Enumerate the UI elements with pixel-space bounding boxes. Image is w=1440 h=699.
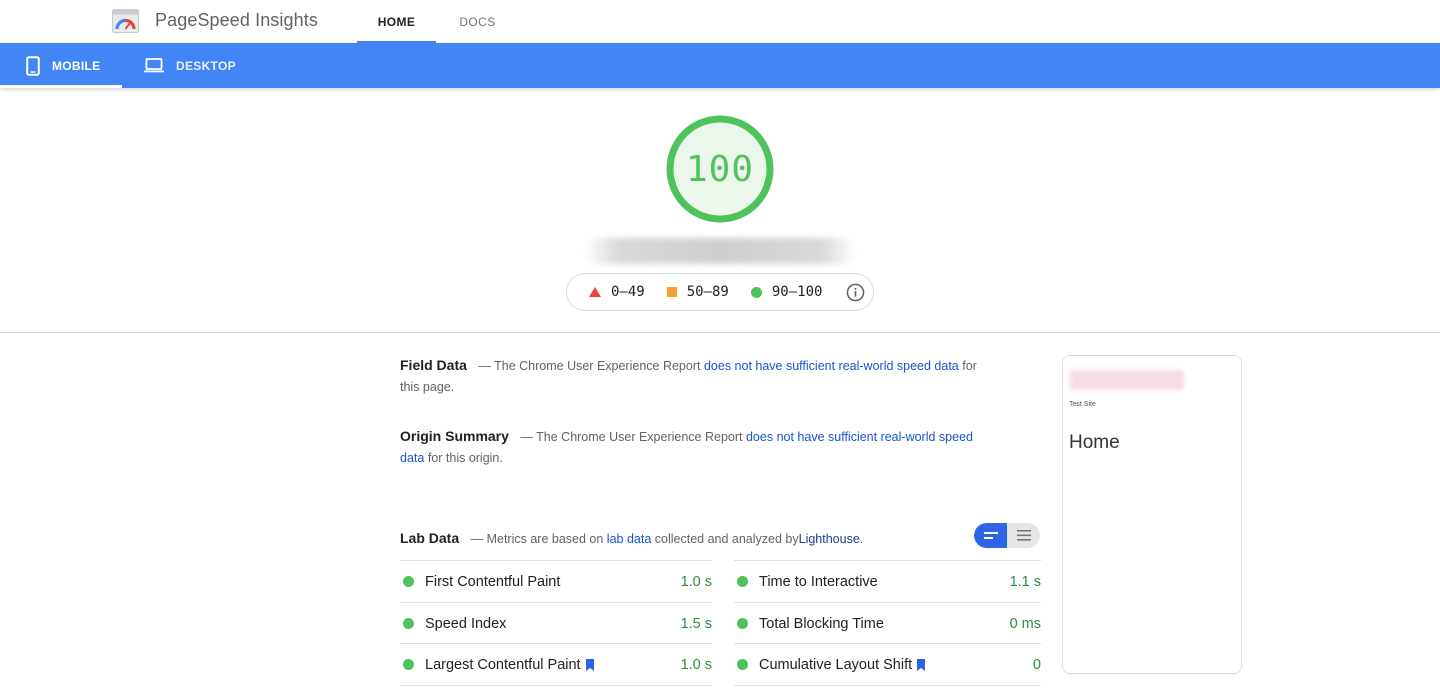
metrics-bottom-border xyxy=(734,685,1041,686)
origin-summary-title: Origin Summary xyxy=(400,428,509,444)
tab-mobile-label: MOBILE xyxy=(52,58,101,73)
square-icon xyxy=(666,287,677,297)
metric-name: Cumulative Layout Shift xyxy=(759,656,913,673)
metrics-view-toggle xyxy=(974,523,1040,548)
pass-dot-icon xyxy=(737,659,748,670)
origin-summary-prefix: — The Chrome User Experience Report xyxy=(520,430,743,444)
lab-data-section: Lab Data — Metrics are based on lab data… xyxy=(400,528,990,550)
performance-score: 100 xyxy=(685,148,755,190)
origin-summary-suffix: for this origin. xyxy=(427,451,503,465)
metric-first-contentful-paint: First Contentful Paint 1.0 s xyxy=(400,560,712,602)
metric-name: Time to Interactive xyxy=(759,573,878,590)
metric-name: First Contentful Paint xyxy=(425,573,561,590)
metrics-bottom-border xyxy=(400,685,712,686)
lab-data-link[interactable]: lab data xyxy=(607,532,651,546)
lab-data-end: . xyxy=(859,532,864,546)
field-data-prefix: — The Chrome User Experience Report xyxy=(478,359,701,373)
expanded-view-button[interactable] xyxy=(1007,523,1040,548)
score-legend: 0–49 50–89 90–100 xyxy=(566,273,874,311)
lab-data-prefix: — Metrics are based on xyxy=(470,532,604,546)
pass-dot-icon xyxy=(737,576,748,587)
tab-mobile[interactable]: MOBILE xyxy=(0,43,122,88)
circle-icon xyxy=(750,286,762,298)
metric-value: 0 ms xyxy=(1009,615,1041,632)
tab-docs[interactable]: DOCS xyxy=(438,0,517,43)
metric-value: 1.1 s xyxy=(1009,573,1041,590)
page-screenshot-preview: Test Site Home xyxy=(1062,355,1242,674)
tab-desktop-label: DESKTOP xyxy=(176,58,236,73)
legend-item-pass: 90–100 xyxy=(750,284,823,300)
field-data-section: Field Data — The Chrome User Experience … xyxy=(400,355,990,398)
metric-speed-index: Speed Index 1.5 s xyxy=(400,602,712,644)
metric-name: Largest Contentful Paint xyxy=(425,656,581,673)
phone-icon xyxy=(26,55,40,76)
field-data-title: Field Data xyxy=(400,357,467,373)
lab-data-title: Lab Data xyxy=(400,530,460,546)
info-icon[interactable] xyxy=(846,283,865,302)
metric-total-blocking-time: Total Blocking Time 0 ms xyxy=(734,602,1041,644)
legend-label: 50–89 xyxy=(686,284,729,300)
tab-desktop[interactable]: DESKTOP xyxy=(144,43,254,88)
section-divider xyxy=(0,332,1440,333)
bookmark-icon[interactable] xyxy=(916,658,926,671)
metric-value: 1.5 s xyxy=(680,615,712,632)
metric-name: Speed Index xyxy=(425,615,507,632)
lab-data-middle: collected and analyzed by xyxy=(654,532,799,546)
pass-dot-icon xyxy=(403,659,414,670)
lighthouse-link[interactable]: Lighthouse xyxy=(799,532,860,546)
metric-value: 0 xyxy=(1032,656,1041,673)
metric-cumulative-layout-shift: Cumulative Layout Shift 0 xyxy=(734,643,1041,685)
tab-home[interactable]: HOME xyxy=(357,0,436,43)
legend-item-average: 50–89 xyxy=(666,284,729,300)
pass-dot-icon xyxy=(737,618,748,629)
expanded-list-icon xyxy=(1016,530,1031,541)
legend-label: 0–49 xyxy=(611,284,645,300)
app-title: PageSpeed Insights xyxy=(155,10,318,30)
compact-view-button[interactable] xyxy=(974,523,1007,548)
tested-url-redacted xyxy=(585,238,855,264)
metric-value: 1.0 s xyxy=(680,656,712,673)
preview-blurred-logo xyxy=(1070,370,1184,390)
laptop-icon xyxy=(144,58,164,73)
compact-list-icon xyxy=(983,531,998,539)
metric-largest-contentful-paint: Largest Contentful Paint 1.0 s xyxy=(400,643,712,685)
legend-item-fail: 0–49 xyxy=(589,284,645,300)
top-header: PageSpeed Insights HOME DOCS xyxy=(0,0,1440,43)
preview-heading: Home xyxy=(1069,432,1120,453)
pass-dot-icon xyxy=(403,618,414,629)
pass-dot-icon xyxy=(403,576,414,587)
field-data-link[interactable]: does not have sufficient real-world spee… xyxy=(704,359,959,373)
preview-site-name: Test Site xyxy=(1069,401,1096,408)
pagespeed-logo-icon[interactable] xyxy=(112,9,139,33)
bookmark-icon[interactable] xyxy=(585,658,595,671)
metric-value: 1.0 s xyxy=(680,573,712,590)
metric-time-to-interactive: Time to Interactive 1.1 s xyxy=(734,560,1041,602)
metric-name: Total Blocking Time xyxy=(759,615,884,632)
device-tab-bar: MOBILE DESKTOP xyxy=(0,43,1440,88)
legend-label: 90–100 xyxy=(771,284,823,300)
origin-summary-section: Origin Summary — The Chrome User Experie… xyxy=(400,426,990,469)
triangle-icon xyxy=(589,287,601,297)
